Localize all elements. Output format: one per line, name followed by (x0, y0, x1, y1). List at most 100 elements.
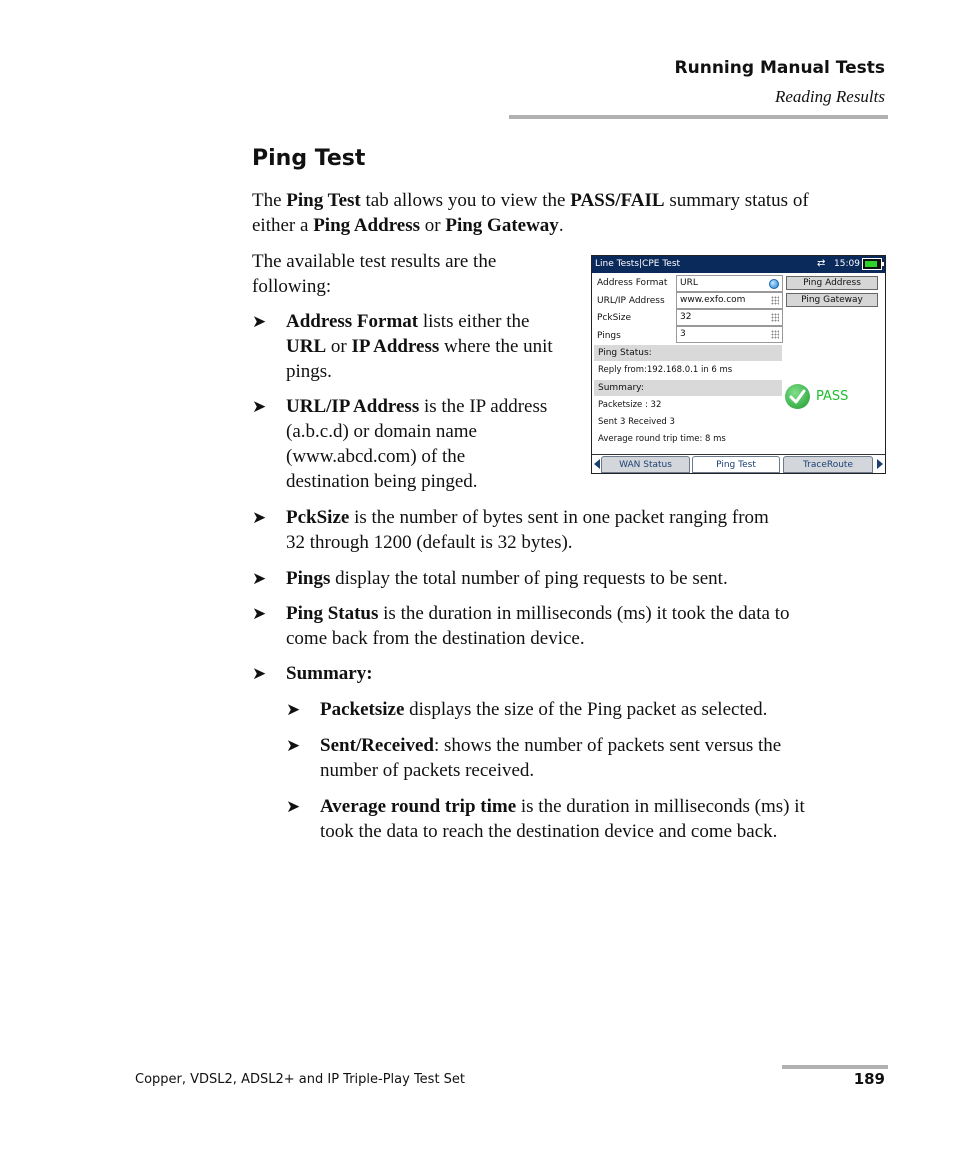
text-line: PckSize is the number of bytes sent in o… (286, 505, 769, 530)
tab-ping-test[interactable]: Ping Test (692, 456, 780, 473)
tab-traceroute[interactable]: TraceRoute (783, 456, 873, 473)
bold-term: Ping Test (286, 190, 361, 211)
page-number: 189 (853, 1070, 885, 1088)
available-paragraph: The available test results are the follo… (252, 249, 572, 299)
keypad-icon[interactable] (771, 313, 779, 322)
text-line: Packetsize displays the size of the Ping… (320, 697, 767, 722)
subbullet-sent-received: ➤ Sent/Received: shows the number of pac… (286, 733, 886, 788)
bold-term: URL (286, 336, 327, 357)
text-line: Sent/Received: shows the number of packe… (320, 733, 781, 758)
bold-term: Ping Status (286, 603, 379, 624)
address-format-select[interactable]: URL (676, 275, 783, 292)
bullet-summary: ➤ Summary: (252, 661, 892, 689)
text-line: (www.abcd.com) of the (286, 446, 466, 467)
text: : shows the number of packets sent versu… (433, 735, 782, 756)
battery-icon (862, 258, 884, 270)
subbullet-average-rtt: ➤ Average round trip time is the duratio… (286, 794, 886, 849)
battery-level (865, 261, 877, 267)
bullet-text: URL/IP Address is the IP address (a.b.c.… (286, 394, 547, 494)
bullet-arrow-icon: ➤ (252, 569, 267, 588)
chapter-title: Running Manual Tests (674, 58, 885, 78)
text-line: The available test results are the (252, 251, 497, 272)
bold-term: Packetsize (320, 699, 405, 720)
bullet-text: Summary: (286, 661, 373, 686)
text: is the IP address (419, 396, 548, 417)
bold-term: IP Address (351, 336, 440, 357)
field-label-address-format: Address Format (597, 278, 668, 288)
bullet-url-ip-address: ➤ URL/IP Address is the IP address (a.b.… (252, 394, 582, 499)
text: either a (252, 215, 314, 236)
bold-term: URL/IP Address (286, 396, 420, 417)
text-line: 32 through 1200 (default is 32 bytes). (286, 532, 573, 553)
text-line: (a.b.c.d) or domain name (286, 421, 477, 442)
check-icon (785, 384, 810, 409)
text-line: come back from the destination device. (286, 628, 585, 649)
text: or (420, 215, 446, 236)
text-line: Address Format lists either the (286, 309, 553, 334)
keypad-icon[interactable] (771, 330, 779, 339)
tab-wan-status[interactable]: WAN Status (601, 456, 690, 473)
bullet-pcksize: ➤ PckSize is the number of bytes sent in… (252, 505, 892, 560)
ping-status-header: Ping Status: (594, 345, 782, 361)
field-value: 3 (680, 329, 686, 339)
bold-term: Sent/Received (320, 735, 434, 756)
globe-icon[interactable] (769, 279, 779, 289)
text: or (326, 336, 352, 357)
device-tab-bar: WAN Status Ping Test TraceRoute (592, 454, 885, 473)
bullet-text: Average round trip time is the duration … (320, 794, 805, 844)
keypad-icon[interactable] (771, 296, 779, 305)
page-title: Ping Test (252, 146, 366, 171)
summary-header: Summary: (594, 380, 782, 396)
tab-scroll-right-icon[interactable] (877, 459, 883, 469)
text: is the duration in milliseconds (ms) it (516, 796, 805, 817)
footer-product: Copper, VDSL2, ADSL2+ and IP Triple-Play… (135, 1072, 466, 1087)
ping-address-button[interactable]: Ping Address (786, 276, 878, 290)
text: displays the size of the Ping packet as … (404, 699, 768, 720)
text-line: following: (252, 276, 332, 297)
device-clock: 15:09 (834, 259, 860, 269)
packetsize-text: Packetsize : 32 (598, 400, 662, 410)
text-line: Summary: (286, 661, 373, 686)
header-divider (509, 115, 888, 119)
field-value: URL (680, 278, 698, 288)
field-label-pcksize: PckSize (597, 313, 632, 323)
bullet-arrow-icon: ➤ (252, 397, 267, 416)
ping-gateway-button[interactable]: Ping Gateway (786, 293, 878, 307)
pings-input[interactable]: 3 (676, 326, 783, 343)
tab-scroll-left-icon[interactable] (594, 459, 600, 469)
bullet-text: Ping Status is the duration in milliseco… (286, 601, 789, 651)
text-line: took the data to reach the destination d… (320, 821, 778, 842)
field-value: 32 (680, 312, 692, 322)
text-line: URL or IP Address where the unit (286, 334, 553, 359)
footer-divider (782, 1065, 888, 1069)
bullet-text: Pings display the total number of ping r… (286, 566, 728, 591)
sent-received-text: Sent 3 Received 3 (598, 417, 675, 427)
bullet-text: Sent/Received: shows the number of packe… (320, 733, 781, 783)
battery-tip (882, 262, 884, 266)
pcksize-input[interactable]: 32 (676, 309, 783, 326)
text: is the duration in milliseconds (ms) it … (378, 603, 790, 624)
text-line: Pings display the total number of ping r… (286, 566, 728, 591)
bullet-arrow-icon: ➤ (286, 700, 301, 719)
subbullet-packetsize: ➤ Packetsize displays the size of the Pi… (286, 697, 886, 725)
bold-term: Summary: (286, 663, 373, 684)
bold-term: PASS/FAIL (570, 190, 665, 211)
device-titlebar: Line Tests|CPE Test ⇄ 15:09 (592, 256, 885, 273)
reply-text: Reply from:192.168.0.1 in 6 ms (598, 365, 733, 375)
bullet-arrow-icon: ➤ (286, 736, 301, 755)
bullet-arrow-icon: ➤ (252, 604, 267, 623)
text-line: Average round trip time is the duration … (320, 794, 805, 819)
bullet-arrow-icon: ➤ (252, 508, 267, 527)
bold-term: Ping Address (313, 215, 421, 236)
bullet-address-format: ➤ Address Format lists either the URL or… (252, 309, 582, 389)
text-line: pings. (286, 361, 332, 382)
bullet-ping-status: ➤ Ping Status is the duration in millise… (252, 601, 892, 656)
field-value: www.exfo.com (680, 295, 746, 305)
text: The (252, 190, 287, 211)
bullet-arrow-icon: ➤ (252, 664, 267, 683)
pass-status: PASS (816, 389, 849, 404)
intro-paragraph: The Ping Test tab allows you to view the… (252, 188, 872, 238)
bullet-text: Address Format lists either the URL or I… (286, 309, 553, 384)
url-ip-address-input[interactable]: www.exfo.com (676, 292, 783, 309)
bullet-text: Packetsize displays the size of the Ping… (320, 697, 767, 722)
